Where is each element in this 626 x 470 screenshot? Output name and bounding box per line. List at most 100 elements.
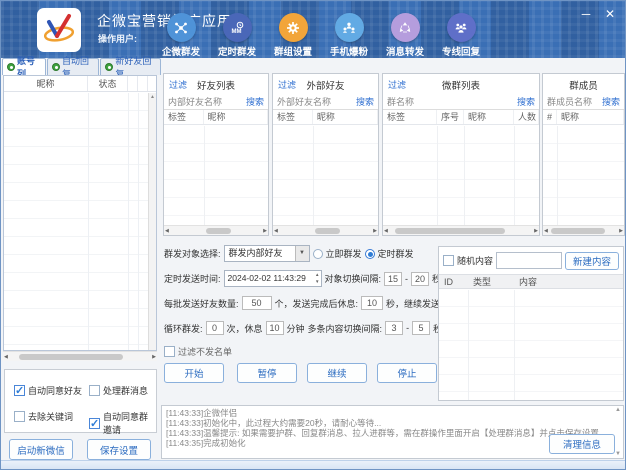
scroll-right-icon[interactable]: ▶ <box>373 228 377 234</box>
search-link[interactable]: 搜索 <box>517 95 535 108</box>
search-field-label[interactable]: 群成员名称 <box>547 95 592 108</box>
clear-log-button[interactable]: 清理信息 <box>549 434 615 454</box>
spinner-arrows-icon[interactable]: ▲▼ <box>315 271 319 285</box>
recycle-icon <box>391 13 420 42</box>
minimize-button[interactable]: ─ <box>577 5 595 23</box>
option-auto-accept-friend[interactable]: 自动同意好友 <box>14 384 82 397</box>
save-settings-button[interactable]: 保存设置 <box>87 439 151 460</box>
toolbar-item-xiaoxi-zhuanfa[interactable]: 消息转发 <box>376 13 434 58</box>
toolbar-item-qunzu-shezhi[interactable]: 群组设置 <box>264 13 322 58</box>
toolbar-item-dingshi-qunfa[interactable]: MM 定时群发 <box>208 13 266 58</box>
scroll-down-icon[interactable]: ▼ <box>615 451 621 457</box>
panel-group-list: 过滤微群列表 群名称搜索 标签序号昵称人数 ◀ ▶ <box>382 73 540 236</box>
close-button[interactable]: ✕ <box>601 5 619 23</box>
left-tab-strip: 账号列 自动回复 新好友回复 <box>2 58 162 75</box>
search-link[interactable]: 搜索 <box>602 95 620 108</box>
multi-interval-label: 多条内容切换间隔: <box>308 322 383 335</box>
loop-count-input[interactable]: 0 <box>206 321 224 335</box>
batch-rest-input[interactable]: 10 <box>361 296 383 310</box>
list-hscrollbar[interactable]: ◀ ▶ <box>164 225 268 235</box>
interval-min-input[interactable]: 15 <box>384 272 402 286</box>
log-line: [11:43:33]初始化中，此过程大约需要20秒，请耐心等待... <box>166 418 619 428</box>
account-table-vscrollbar[interactable]: ▲ <box>148 93 156 350</box>
content-table-header: ID 类型 内容 <box>439 274 623 289</box>
list-body[interactable] <box>383 126 539 225</box>
content-input[interactable] <box>496 252 562 269</box>
list-hscrollbar[interactable]: ◀ ▶ <box>543 225 624 235</box>
scroll-left-icon[interactable]: ◀ <box>165 228 169 234</box>
scrollbar-thumb[interactable] <box>551 228 604 234</box>
content-table-body[interactable] <box>439 290 623 400</box>
random-content-label[interactable]: 随机内容 <box>457 254 493 267</box>
scroll-right-icon[interactable]: ▶ <box>152 354 156 360</box>
stop-button[interactable]: 停止 <box>377 363 437 383</box>
batch-count-input[interactable]: 50 <box>242 296 272 310</box>
batch-row: 每批发送好友数量: 50 个，发送完成后休息: 10 秒，继续发送 <box>164 296 440 310</box>
radio-immediate-label[interactable]: 立即群发 <box>326 247 362 260</box>
checkbox-icon[interactable] <box>89 385 100 396</box>
option-handle-group-msg[interactable]: 处理群消息 <box>89 384 148 397</box>
radio-timed-label[interactable]: 定时群发 <box>378 247 414 260</box>
panel-group-members: 群成员 群成员名称搜索 #昵称 ◀ ▶ <box>542 73 625 236</box>
loop-row: 循环群发: 0 次，休息 10 分钟 多条内容切换间隔: 3 - 5 秒 <box>164 321 442 335</box>
search-link[interactable]: 搜索 <box>246 95 264 108</box>
radio-immediate-send[interactable] <box>313 249 323 259</box>
continue-button[interactable]: 继续 <box>307 363 367 383</box>
checkbox-icon[interactable] <box>14 411 25 422</box>
status-strip <box>1 460 626 470</box>
search-field-label[interactable]: 群名称 <box>387 95 414 108</box>
tab-account-list[interactable]: 账号列 <box>2 58 46 75</box>
search-field-label[interactable]: 外部好友名称 <box>277 95 331 108</box>
chevron-down-icon[interactable]: ▼ <box>295 246 309 261</box>
list-hscrollbar[interactable]: ◀ ▶ <box>273 225 378 235</box>
tab-auto-reply[interactable]: 自动回复 <box>47 58 99 75</box>
checkbox-icon[interactable] <box>89 418 100 429</box>
scroll-left-icon[interactable]: ◀ <box>4 354 8 360</box>
scroll-right-icon[interactable]: ▶ <box>619 228 623 234</box>
start-new-wechat-button[interactable]: 启动新微信 <box>9 439 73 460</box>
scrollbar-thumb[interactable] <box>395 228 504 234</box>
checkbox-icon[interactable] <box>14 385 25 396</box>
skip-list-label[interactable]: 过滤不发名单 <box>178 345 232 358</box>
new-content-button[interactable]: 新建内容 <box>565 252 619 270</box>
list-body[interactable] <box>273 126 378 225</box>
scroll-left-icon[interactable]: ◀ <box>544 228 548 234</box>
scrollbar-thumb[interactable] <box>19 354 123 360</box>
send-target-dropdown[interactable]: 群发内部好友 ▼ <box>224 245 310 262</box>
checkbox-icon[interactable] <box>164 346 175 357</box>
toolbar-item-qiwei-qunfa[interactable]: 企微群发 <box>152 13 210 58</box>
toolbar-item-zhuanxian-huifu[interactable]: 专线回复 <box>432 13 490 58</box>
scrollbar-thumb[interactable] <box>206 228 231 234</box>
interval-max-input[interactable]: 20 <box>411 272 429 286</box>
multi-max-input[interactable]: 5 <box>412 321 430 335</box>
scroll-up-icon[interactable]: ▲ <box>615 407 621 413</box>
scroll-left-icon[interactable]: ◀ <box>274 228 278 234</box>
option-remove-keywords[interactable]: 去除关键词 <box>14 410 73 423</box>
skip-list-row: 过滤不发名单 <box>164 345 232 358</box>
list-body[interactable] <box>164 126 268 225</box>
account-table-hscrollbar[interactable]: ◀ ▶ <box>3 351 157 361</box>
search-link[interactable]: 搜索 <box>356 95 374 108</box>
list-body[interactable] <box>543 126 624 225</box>
option-auto-accept-group-invite[interactable]: 自动同意群邀请 <box>89 410 156 436</box>
account-table-body[interactable] <box>4 93 148 350</box>
send-time-spinner[interactable]: 2024-02-02 11:43:29 ▲▼ <box>224 270 322 287</box>
checkbox-icon[interactable] <box>443 255 454 266</box>
operator-label: 操作用户: <box>98 32 137 45</box>
loop-rest-input[interactable]: 10 <box>266 321 284 335</box>
radio-timed-send[interactable] <box>365 249 375 259</box>
tab-new-friend-reply[interactable]: 新好友回复 <box>100 58 161 75</box>
toolbar-item-shouji-baofen[interactable]: 手机爆粉 <box>320 13 378 58</box>
search-field-label[interactable]: 内部好友名称 <box>168 95 222 108</box>
scroll-right-icon[interactable]: ▶ <box>534 228 538 234</box>
group-options-box: 自动同意好友 处理群消息 去除关键词 自动同意群邀请 <box>4 369 157 433</box>
log-line: [11:43:33]企微伴侣 <box>166 408 619 418</box>
multi-min-input[interactable]: 3 <box>385 321 403 335</box>
scroll-left-icon[interactable]: ◀ <box>384 228 388 234</box>
scroll-right-icon[interactable]: ▶ <box>263 228 267 234</box>
scrollbar-thumb[interactable] <box>315 228 340 234</box>
start-button[interactable]: 开始 <box>164 363 224 383</box>
timer-icon: MM <box>223 13 252 42</box>
list-hscrollbar[interactable]: ◀ ▶ <box>383 225 539 235</box>
pause-button[interactable]: 暂停 <box>237 363 297 383</box>
